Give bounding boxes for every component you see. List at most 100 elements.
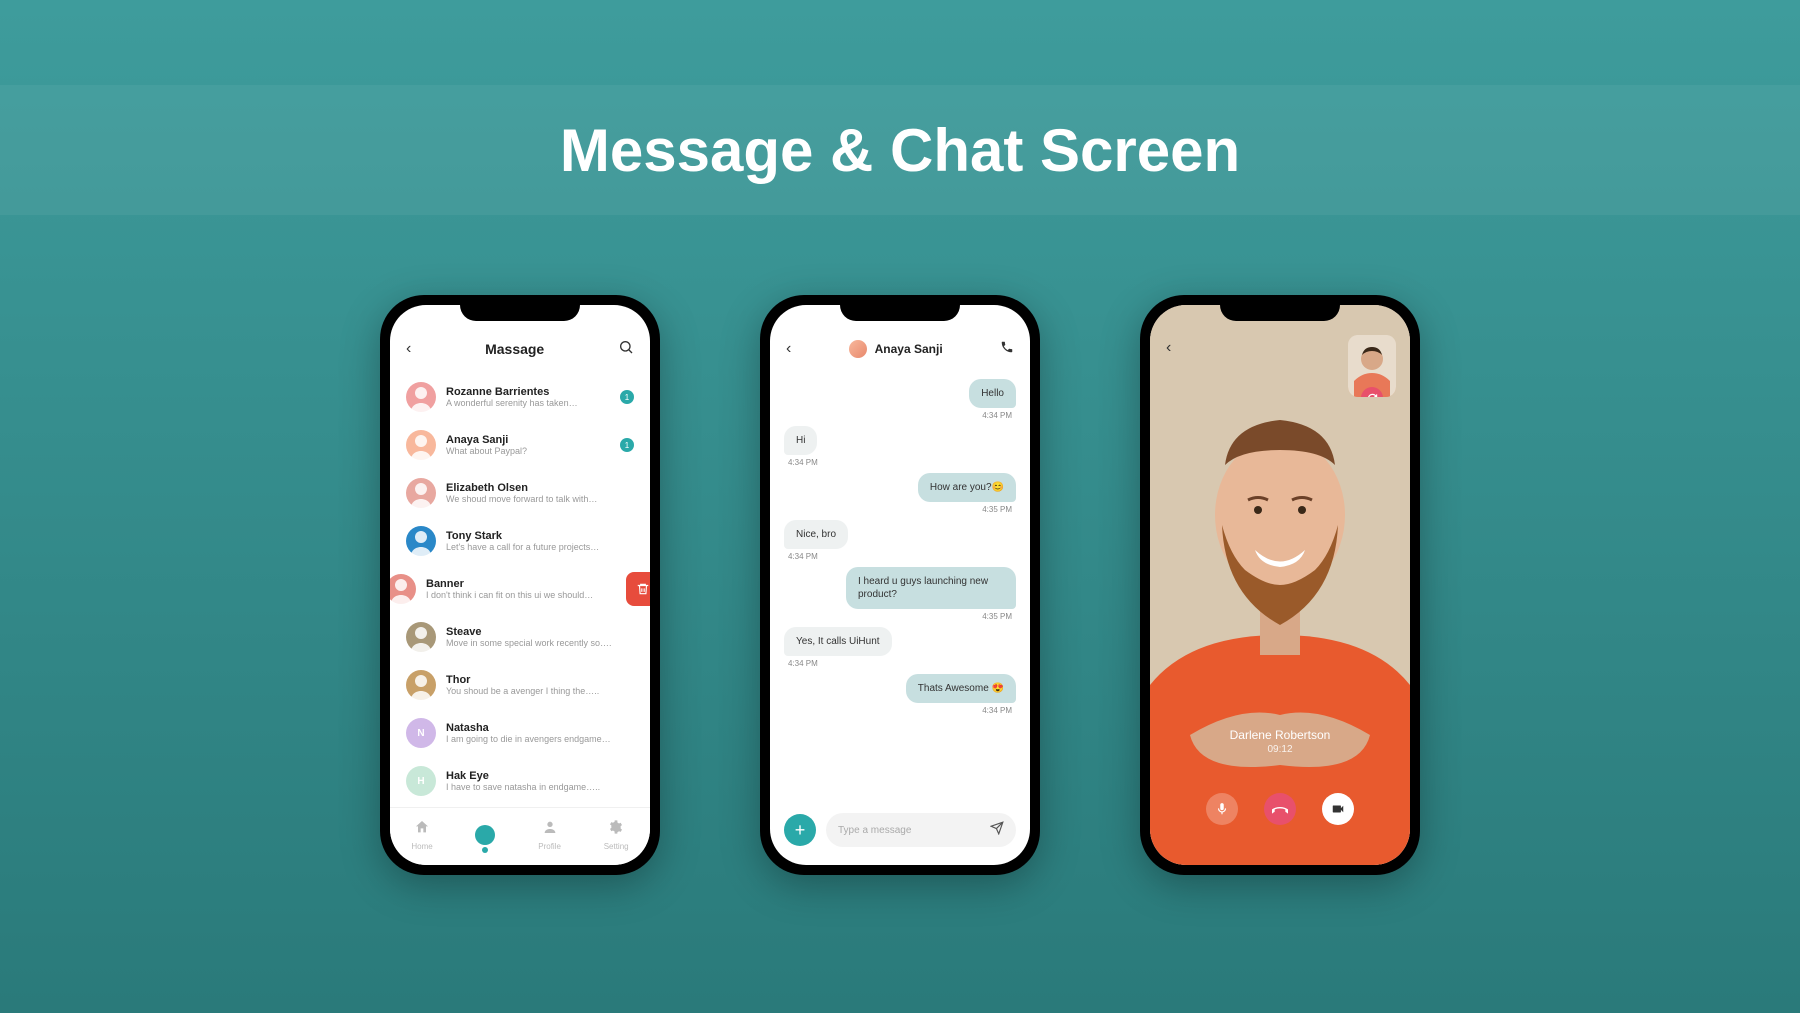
chat-contact[interactable]: Anaya Sanji bbox=[849, 340, 943, 358]
list-item[interactable]: BannerI don't think i can fit on this ui… bbox=[390, 565, 630, 613]
message: I heard u guys launching new product?4:3… bbox=[784, 567, 1016, 621]
gear-icon bbox=[604, 819, 629, 840]
phone-notch bbox=[460, 295, 580, 321]
back-icon[interactable]: ‹ bbox=[406, 340, 411, 358]
unread-badge: 1 bbox=[620, 438, 634, 452]
message-input[interactable]: Type a message bbox=[826, 813, 1016, 847]
avatar bbox=[406, 478, 436, 508]
message-bubble: How are you?😊 bbox=[918, 473, 1016, 502]
message: Yes, It calls UiHunt 4:34 PM bbox=[784, 627, 1016, 668]
conv-text: Anaya SanjiWhat about Paypal? bbox=[446, 434, 620, 456]
end-call-button[interactable] bbox=[1264, 793, 1296, 825]
nav-profile[interactable]: Profile bbox=[538, 819, 561, 851]
self-video[interactable] bbox=[1348, 335, 1396, 397]
message-preview: I don't think i can fit on this ui we sh… bbox=[426, 590, 614, 600]
profile-icon bbox=[538, 819, 561, 840]
phone-chat: ‹ Anaya Sanji Hello4:34 PMHi4:34 PMHow a… bbox=[760, 295, 1040, 875]
message-time: 4:35 PM bbox=[978, 612, 1016, 621]
call-controls bbox=[1150, 793, 1410, 825]
message-time: 4:35 PM bbox=[978, 505, 1016, 514]
avatar: N bbox=[406, 718, 436, 748]
message-time: 4:34 PM bbox=[784, 552, 822, 561]
avatar bbox=[849, 340, 867, 358]
list-item[interactable]: SteaveMove in some special work recently… bbox=[390, 613, 650, 661]
active-indicator bbox=[482, 847, 488, 853]
list-item[interactable]: Tony StarkLet's have a call for a future… bbox=[390, 517, 650, 565]
message: Thats Awesome 😍 4:34 PM bbox=[784, 674, 1016, 715]
messages-title: Massage bbox=[485, 341, 544, 357]
video-button[interactable] bbox=[1322, 793, 1354, 825]
call-duration: 09:12 bbox=[1150, 744, 1410, 755]
message-time: 4:34 PM bbox=[978, 706, 1016, 715]
phone-messages: ‹ Massage Rozanne BarrientesA wonderful … bbox=[380, 295, 660, 875]
message: Hi4:34 PM bbox=[784, 426, 1016, 467]
message-bubble: Thats Awesome 😍 bbox=[906, 674, 1016, 703]
chat-body: Hello4:34 PMHi4:34 PMHow are you?😊4:35 P… bbox=[770, 365, 1030, 715]
avatar bbox=[406, 430, 436, 460]
message-bubble: Yes, It calls UiHunt bbox=[784, 627, 892, 656]
delete-button[interactable] bbox=[626, 572, 650, 606]
conv-text: NatashaI am going to die in avengers end… bbox=[446, 722, 634, 744]
message-preview: Move in some special work recently so…. bbox=[446, 638, 634, 648]
call-info: Darlene Robertson 09:12 bbox=[1150, 728, 1410, 755]
message-preview: You shoud be a avenger I thing the….. bbox=[446, 686, 634, 696]
message-bubble: Hi bbox=[784, 426, 817, 455]
avatar bbox=[406, 382, 436, 412]
message: Hello 4:34 PM bbox=[784, 379, 1016, 420]
videocall-screen: ‹ Darlene Robertson 09:12 bbox=[1150, 305, 1410, 865]
nav-home[interactable]: Home bbox=[411, 819, 432, 851]
avatar bbox=[406, 526, 436, 556]
nav-settings[interactable]: Setting bbox=[604, 819, 629, 851]
list-item[interactable]: Elizabeth OlsenWe shoud move forward to … bbox=[390, 469, 650, 517]
avatar: H bbox=[406, 766, 436, 796]
conv-text: Hak EyeI have to save natasha in endgame… bbox=[446, 770, 634, 792]
message-preview: Let's have a call for a future projects… bbox=[446, 542, 634, 552]
message-time: 4:34 PM bbox=[978, 411, 1016, 420]
message: Nice, bro 4:34 PM bbox=[784, 520, 1016, 561]
contact-name: Steave bbox=[446, 626, 634, 638]
chat-screen: ‹ Anaya Sanji Hello4:34 PMHi4:34 PMHow a… bbox=[770, 305, 1030, 865]
send-icon[interactable] bbox=[990, 821, 1004, 840]
conv-text: Elizabeth OlsenWe shoud move forward to … bbox=[446, 482, 634, 504]
list-item[interactable]: H Hak EyeI have to save natasha in endgam… bbox=[390, 757, 650, 805]
video-bg: ‹ Darlene Robertson 09:12 bbox=[1150, 305, 1410, 865]
message-bubble: Hello bbox=[969, 379, 1016, 408]
phone-notch bbox=[1220, 295, 1340, 321]
contact-name: Anaya Sanji bbox=[446, 434, 620, 446]
phone-icon[interactable] bbox=[1000, 340, 1014, 359]
title-band: Message & Chat Screen bbox=[0, 85, 1800, 215]
avatar bbox=[406, 670, 436, 700]
chat-bubble-icon bbox=[475, 825, 495, 845]
add-button[interactable]: + bbox=[784, 814, 816, 846]
message-preview: We shoud move forward to talk with… bbox=[446, 494, 634, 504]
messages-screen: ‹ Massage Rozanne BarrientesA wonderful … bbox=[390, 305, 650, 865]
conv-text: ThorYou shoud be a avenger I thing the….… bbox=[446, 674, 634, 696]
message-preview: What about Paypal? bbox=[446, 446, 620, 456]
conversations-list: Rozanne BarrientesA wonderful serenity h… bbox=[390, 365, 650, 805]
phone-videocall: ‹ Darlene Robertson 09:12 bbox=[1140, 295, 1420, 875]
avatar bbox=[406, 622, 436, 652]
message-bubble: Nice, bro bbox=[784, 520, 848, 549]
search-icon[interactable] bbox=[618, 339, 634, 360]
message-time: 4:34 PM bbox=[784, 659, 822, 668]
contact-name: Natasha bbox=[446, 722, 634, 734]
phone-row: ‹ Massage Rozanne BarrientesA wonderful … bbox=[0, 295, 1800, 875]
phone-notch bbox=[840, 295, 960, 321]
list-item[interactable]: N NatashaI am going to die in avengers en… bbox=[390, 709, 650, 757]
list-item[interactable]: Anaya SanjiWhat about Paypal?1 bbox=[390, 421, 650, 469]
mic-button[interactable] bbox=[1206, 793, 1238, 825]
list-item[interactable]: Rozanne BarrientesA wonderful serenity h… bbox=[390, 373, 650, 421]
compose-row: + Type a message bbox=[784, 813, 1016, 847]
list-item[interactable]: ThorYou shoud be a avenger I thing the….… bbox=[390, 661, 650, 709]
nav-chat[interactable] bbox=[475, 825, 495, 845]
back-icon[interactable]: ‹ bbox=[786, 340, 791, 358]
contact-name: Anaya Sanji bbox=[875, 342, 943, 356]
back-icon[interactable]: ‹ bbox=[1166, 339, 1171, 357]
nav-label: Profile bbox=[538, 842, 561, 851]
bottom-nav: Home Profile Setting bbox=[390, 807, 650, 865]
page-title: Message & Chat Screen bbox=[560, 116, 1240, 185]
contact-name: Rozanne Barrientes bbox=[446, 386, 620, 398]
conv-text: Tony StarkLet's have a call for a future… bbox=[446, 530, 634, 552]
conv-text: BannerI don't think i can fit on this ui… bbox=[426, 578, 614, 600]
nav-label: Setting bbox=[604, 842, 629, 851]
